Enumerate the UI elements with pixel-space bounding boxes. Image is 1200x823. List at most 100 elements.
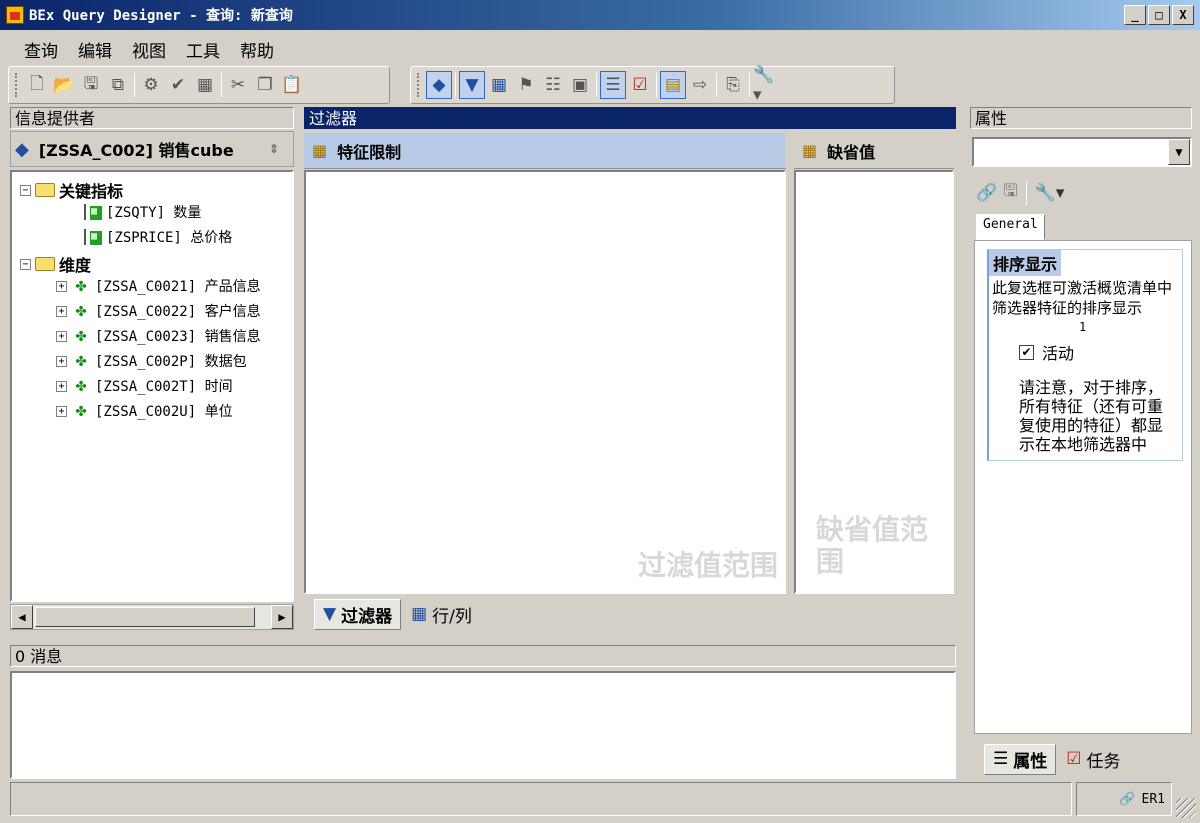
connection-icon: 🔗: [1119, 791, 1136, 807]
tab-filter[interactable]: ▼ 过滤器: [314, 598, 402, 630]
separator: [716, 73, 717, 97]
separator: [221, 73, 222, 97]
publish-icon[interactable]: ▦: [192, 71, 218, 99]
menu-view[interactable]: 视图: [122, 33, 176, 62]
expand-icon[interactable]: +: [56, 355, 67, 367]
messages-view-icon[interactable]: ▤: [660, 71, 686, 99]
horizontal-scrollbar[interactable]: ◀ ▶: [10, 604, 294, 630]
save-icon[interactable]: 🖫: [78, 71, 104, 99]
default-values-drop-area[interactable]: 缺省值范围: [794, 170, 954, 594]
minimize-button[interactable]: _: [1124, 5, 1146, 25]
tab-properties[interactable]: ☰ 属性: [984, 743, 1057, 775]
save-all-icon[interactable]: ⧉: [105, 71, 131, 99]
save-icon[interactable]: 🖫: [1003, 178, 1017, 207]
infoprovider-view-icon[interactable]: ◆: [426, 71, 452, 99]
tools-dropdown-icon[interactable]: 🔧▾: [1035, 183, 1065, 203]
expand-icon[interactable]: +: [56, 330, 67, 342]
menu-help[interactable]: 帮助: [230, 33, 284, 62]
tree-item-dimension[interactable]: + ✤ [ZSSA_C002P] 数据包: [56, 351, 247, 371]
scroll-left-icon[interactable]: ◀: [11, 605, 33, 629]
title-bar: BEx Query Designer - 查询: 新查询: [0, 0, 1200, 30]
expand-icon[interactable]: +: [56, 405, 67, 417]
tab-label: 属性: [1013, 751, 1048, 772]
chevron-down-icon[interactable]: ▼: [1168, 139, 1190, 165]
tasks-view-icon[interactable]: ☑: [627, 71, 653, 99]
section-description: 此复选框可激活概览清单中筛选器特征的排序显示: [992, 279, 1173, 317]
filter-header: 过滤器: [304, 107, 956, 129]
exceptions-icon[interactable]: ☷: [540, 71, 566, 99]
system-id: ER1: [1141, 791, 1165, 807]
right-tab-bar: ☰ 属性 ☑ 任务: [976, 740, 1192, 778]
char-restriction-icon: ▦: [312, 141, 328, 160]
messages-header: 0 消息: [10, 645, 956, 667]
properties-view-icon[interactable]: ☰: [600, 71, 626, 99]
tab-general[interactable]: General: [976, 214, 1045, 240]
new-icon[interactable]: 🗋: [24, 71, 50, 99]
separator: [596, 73, 597, 97]
tree-item-dimension[interactable]: + ✤ [ZSSA_C0021] 产品信息: [56, 276, 261, 296]
rows-columns-icon[interactable]: ▦: [486, 71, 512, 99]
menu-bar: 查询 编辑 视图 工具 帮助: [0, 33, 284, 62]
window-title: BEx Query Designer - 查询: 新查询: [29, 8, 293, 24]
tree-label: 关键指标: [59, 182, 124, 201]
properties-object-select[interactable]: ▼: [972, 137, 1192, 167]
active-checkbox[interactable]: ✔: [1019, 344, 1034, 360]
where-used-icon[interactable]: ⇨: [687, 71, 713, 99]
scroll-thumb[interactable]: [35, 607, 255, 627]
provider-selector[interactable]: ◆ [ZSSA_C002] 销售cube ⇕: [10, 131, 294, 167]
folder-icon: [35, 183, 55, 197]
separator: [455, 73, 456, 97]
tree-item-dimension[interactable]: + ✤ [ZSSA_C002T] 时间: [56, 376, 233, 396]
collapse-icon[interactable]: −: [20, 184, 31, 196]
dimension-icon: ✤: [75, 300, 87, 321]
tree-label: [ZSSA_C002U] 单位: [95, 404, 233, 420]
check-icon[interactable]: ✔: [165, 71, 191, 99]
active-checkbox-row[interactable]: ✔ 活动: [1019, 340, 1182, 364]
tree-label: [ZSSA_C002P] 数据包: [95, 354, 247, 370]
technical-names-icon[interactable]: ⎘: [720, 71, 746, 99]
key-figure-icon: ▦: [84, 204, 102, 220]
cut-icon[interactable]: ✂: [225, 71, 251, 99]
execute-icon[interactable]: ⚙: [138, 71, 164, 99]
tools-dropdown-icon[interactable]: 🔧▾: [753, 65, 779, 105]
char-restrictions-header: ▦ 特征限制: [304, 133, 786, 169]
menu-query[interactable]: 查询: [14, 33, 68, 62]
tree-item-key-figure[interactable]: ▦ [ZSPRICE] 总价格: [84, 227, 232, 247]
tab-rows-columns[interactable]: ▦ 行/列: [403, 600, 480, 629]
filter-drop-area[interactable]: 过滤值范围: [304, 170, 786, 594]
expand-icon[interactable]: +: [56, 380, 67, 392]
link-icon[interactable]: 🔗: [976, 183, 997, 203]
tree-label: [ZSSA_C0023] 销售信息: [95, 329, 261, 345]
checkbox-label: 活动: [1042, 344, 1075, 363]
resize-grip[interactable]: [1176, 798, 1196, 818]
conditions-icon[interactable]: ⚑: [513, 71, 539, 99]
paste-icon[interactable]: 📋: [279, 71, 305, 99]
separator: [134, 73, 135, 97]
menu-tools[interactable]: 工具: [176, 33, 230, 62]
tree-item-dimension[interactable]: + ✤ [ZSSA_C0023] 销售信息: [56, 326, 261, 346]
tree-node-dimensions[interactable]: − 维度: [20, 252, 91, 276]
window-controls: _ □ X: [1124, 5, 1194, 25]
tree-item-key-figure[interactable]: ▦ [ZSQTY] 数量: [84, 202, 201, 222]
toolbar-grip[interactable]: [417, 73, 421, 97]
scroll-right-icon[interactable]: ▶: [271, 605, 293, 629]
center-tab-bar: ▼ 过滤器 ▦ 行/列: [304, 596, 956, 632]
expand-icon[interactable]: +: [56, 305, 67, 317]
toolbar-grip[interactable]: [15, 73, 19, 97]
expand-icon[interactable]: +: [56, 280, 67, 292]
tab-tasks[interactable]: ☑ 任务: [1058, 745, 1128, 774]
messages-area: [10, 671, 956, 779]
tree-label: [ZSPRICE] 总价格: [106, 230, 233, 246]
menu-edit[interactable]: 编辑: [68, 33, 122, 62]
tree-node-key-figures[interactable]: − 关键指标: [20, 178, 123, 202]
tree-item-dimension[interactable]: + ✤ [ZSSA_C0022] 客户信息: [56, 301, 261, 321]
cells-icon[interactable]: ▣: [567, 71, 593, 99]
open-icon[interactable]: 📂: [51, 71, 77, 99]
sort-toggle-icon[interactable]: ⇕: [269, 142, 279, 156]
maximize-button[interactable]: □: [1148, 5, 1170, 25]
close-button[interactable]: X: [1172, 5, 1194, 25]
copy-icon[interactable]: ❐: [252, 71, 278, 99]
filter-view-icon[interactable]: ▼: [459, 71, 485, 99]
tree-item-dimension[interactable]: + ✤ [ZSSA_C002U] 单位: [56, 401, 233, 421]
collapse-icon[interactable]: −: [20, 258, 31, 270]
